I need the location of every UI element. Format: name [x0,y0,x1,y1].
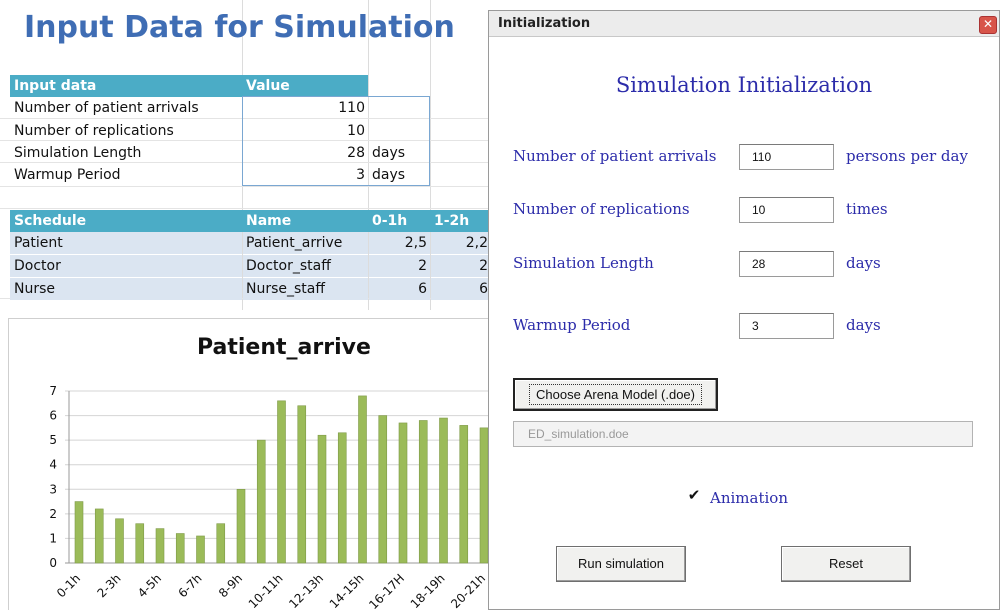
bar [378,415,388,564]
bar [236,488,246,564]
cell-label[interactable]: Simulation Length [14,142,242,164]
bar-chart: 0 1 2 3 4 5 6 7 0-1h 2-3h 4-5h 6-7h 8-9h 10-11h 12-13h… [49,384,492,610]
warmup-label: Warmup Period [513,316,631,334]
header-schedule[interactable]: Schedule [10,210,242,232]
bar [337,432,347,564]
animation-checkbox[interactable]: ✔ [686,488,702,504]
bar [196,535,205,564]
choose-model-button[interactable]: Choose Arena Model (.doe) [513,378,718,411]
y-tick-label: 0 [49,556,57,570]
x-tick-label: 14-15h [327,571,367,610]
cell-name[interactable]: Patient_arrive [243,232,368,254]
spreadsheet: Input Data for Simulation Input data Val… [0,0,492,610]
cell-label[interactable]: Warmup Period [14,164,242,186]
grid-line [0,186,492,187]
warmup-field[interactable]: 3 [739,313,834,339]
x-tick-label: 20-21h [448,571,488,610]
grid-line [0,208,492,209]
bar [74,501,84,564]
arrivals-label: Number of patient arrivals [513,147,717,165]
x-tick-label: 4-5h [135,571,164,600]
y-tick-label: 1 [49,531,57,545]
choose-model-label: Choose Arena Model (.doe) [529,384,702,405]
bar [216,523,226,564]
y-tick-label: 4 [49,458,57,472]
header-hour-0[interactable]: 0-1h [368,210,430,232]
bar [358,395,367,564]
animation-label[interactable]: Animation [710,489,788,507]
bar [115,518,124,564]
cell-hour[interactable]: 2 [431,255,492,277]
cell-hour[interactable]: 2,5 [369,232,430,254]
cell-schedule[interactable]: Doctor [10,255,242,277]
replications-unit: times [846,200,888,218]
x-tick-label: 2-3h [94,571,123,600]
sim-length-unit: days [846,254,881,272]
bar [277,400,286,564]
bar [135,523,145,564]
cell-schedule[interactable]: Nurse [10,278,242,300]
initialization-dialog: Initialization ✕ Simulation Initializati… [488,10,1000,610]
cell-label[interactable]: Number of patient arrivals [14,97,242,119]
input-range-border [242,96,430,186]
x-tick-label: 12-13h [286,571,326,610]
x-tick-label: 6-7h [175,571,204,600]
bar [418,420,428,564]
bar [155,528,165,564]
replications-label: Number of replications [513,200,690,218]
bar [297,405,307,564]
bar [479,427,489,564]
y-tick-label: 2 [49,507,57,521]
close-icon[interactable]: ✕ [979,16,997,34]
bar [439,417,448,564]
header-name[interactable]: Name [242,210,368,232]
bar [459,425,469,564]
bar [398,422,408,564]
x-tick-label: 0-1h [54,571,83,600]
run-simulation-button[interactable]: Run simulation [556,546,686,582]
reset-button[interactable]: Reset [781,546,911,582]
cell-hour[interactable]: 6 [431,278,492,300]
x-tick-label: 18-19h [408,571,448,610]
cell-hour[interactable]: 2,2 [431,232,492,254]
chart-title[interactable]: Patient_arrive [197,335,371,360]
dialog-heading: Simulation Initialization [615,73,873,97]
cell-label[interactable]: Number of replications [14,120,242,142]
bar [256,439,266,564]
y-tick-label: 3 [49,482,57,496]
x-tick-label: 10-11h [246,571,286,610]
sim-length-field[interactable]: 28 [739,251,834,277]
y-tick-label: 5 [49,433,57,447]
cell-hour[interactable]: 2 [369,255,430,277]
cell-name[interactable]: Nurse_staff [243,278,368,300]
arrivals-unit: persons per day [846,147,968,165]
sheet-title: Input Data for Simulation [24,10,455,45]
cell-hour[interactable]: 6 [369,278,430,300]
chart-area[interactable]: 0 1 2 3 4 5 6 7 0-1h 2-3h 4-5h 6-7h 8-9h 10-11h 12-13h… [8,318,492,610]
header-hour-1[interactable]: 1-2h [430,210,492,232]
y-tick-label: 7 [49,384,57,398]
window-title: Initialization [498,16,591,31]
warmup-unit: days [846,316,881,334]
x-tick-label: 8-9h [216,571,245,600]
model-file-field[interactable]: ED_simulation.doe [513,421,973,447]
replications-field[interactable]: 10 [739,197,834,223]
bar [94,508,104,564]
bar [317,434,327,564]
sim-length-label: Simulation Length [513,254,654,272]
title-bar[interactable]: Initialization ✕ [489,11,999,37]
header-value[interactable]: Value [242,75,368,97]
bar [175,533,185,564]
x-tick-label: 16-17H [366,571,407,610]
header-input-data[interactable]: Input data [10,75,242,97]
arrivals-field[interactable]: 110 [739,144,834,170]
cell-name[interactable]: Doctor_staff [243,255,368,277]
cell-schedule[interactable]: Patient [10,232,242,254]
y-tick-label: 6 [49,409,57,423]
